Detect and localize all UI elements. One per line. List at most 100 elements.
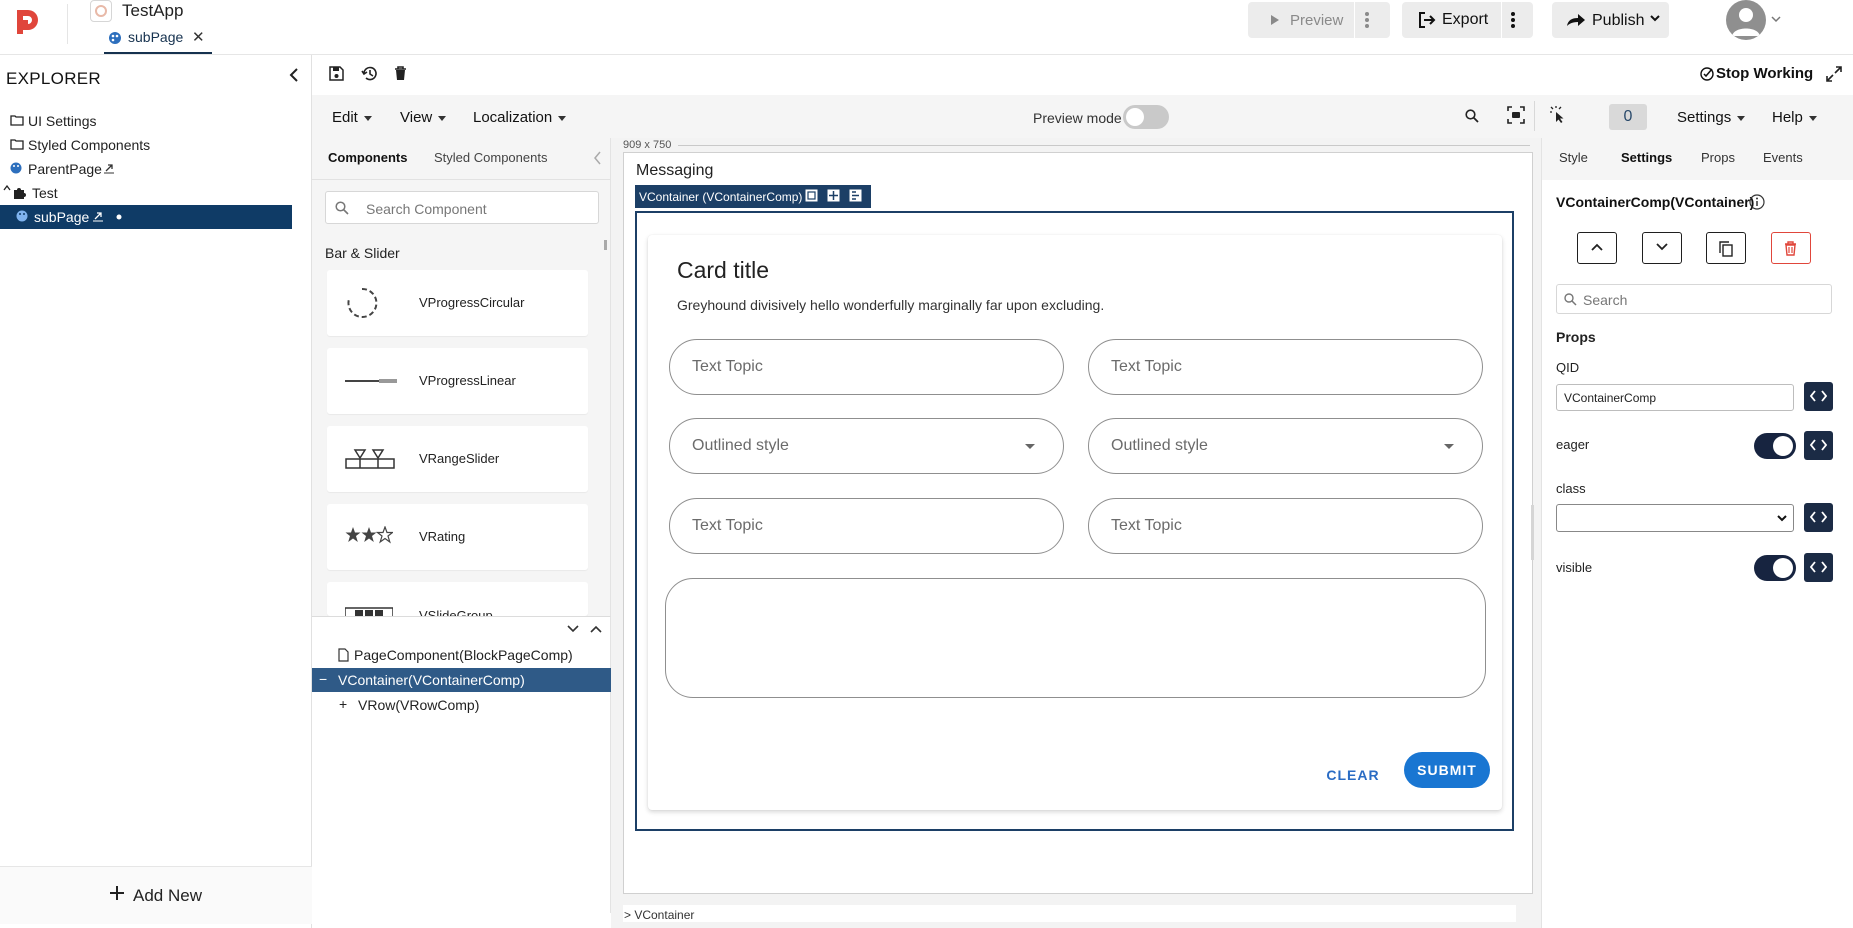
duplicate-button[interactable] [1706,232,1746,264]
breadcrumb[interactable]: > VContainer [624,908,694,922]
component-label: VSlideGroup [419,608,493,616]
tab-props[interactable]: Props [1701,150,1735,165]
collapse-toggle[interactable]: − [319,671,327,687]
link-icon [92,210,104,222]
class-label: class [1556,481,1586,496]
chevron-left-icon[interactable] [288,68,300,82]
tree-row-pagecomponent[interactable]: PageComponent(BlockPageComp) [312,643,611,667]
text-field[interactable]: Text Topic [1088,339,1483,395]
explorer-item-subpage[interactable]: subPage [0,205,292,229]
chevron-up-icon[interactable] [3,185,11,191]
delete-component-button[interactable] [1771,232,1811,264]
component-vslidegroup[interactable]: VSlideGroup [327,582,588,616]
tab-styled-components[interactable]: Styled Components [434,150,547,165]
chevron-down-icon[interactable] [1771,16,1781,23]
fullscreen-icon[interactable] [1826,66,1842,82]
history-icon[interactable] [361,65,378,82]
expand-toggle[interactable]: + [339,696,347,712]
eager-toggle[interactable] [1754,433,1796,459]
tab-events[interactable]: Events [1763,150,1803,165]
page-title: Messaging [636,162,714,179]
move-icon[interactable] [827,189,840,202]
component-vprogresslinear[interactable]: VProgressLinear [327,348,588,414]
stop-working-button[interactable]: Stop Working [1716,65,1813,82]
menu-localization[interactable]: Localization [473,109,567,126]
top-bar: TestApp subPage ✕ Preview Export Publish [0,0,1853,55]
text-field[interactable]: Text Topic [1088,498,1483,554]
component-search-input[interactable]: Search Component [325,191,599,224]
tab-label: subPage [128,29,184,45]
component-vrating[interactable]: VRating [327,504,588,570]
component-title: VContainerComp(VContainer) [1556,194,1755,210]
more-vertical-icon[interactable] [1510,10,1516,30]
submit-button[interactable]: SUBMIT [1404,752,1490,788]
component-vrangeslider[interactable]: VRangeSlider [327,426,588,492]
app-logo-icon[interactable] [12,7,42,37]
export-button[interactable]: Export [1402,2,1533,38]
code-binding-button[interactable] [1804,382,1833,411]
caret-down-icon [1025,444,1035,449]
message-textarea[interactable] [665,578,1486,698]
explorer-item-styled-components[interactable]: Styled Components [0,133,292,157]
explorer-item-parentpage[interactable]: ParentPage [0,157,292,181]
code-binding-button[interactable] [1804,553,1833,582]
structure-icon[interactable] [849,189,862,202]
explorer-item-test[interactable]: Test [0,181,292,205]
menu-label: View [400,109,433,126]
code-binding-button[interactable] [1804,431,1833,460]
more-vertical-icon[interactable] [1364,10,1370,30]
select-field[interactable]: Outlined style [1088,418,1483,474]
clear-button[interactable]: CLEAR [1318,760,1388,790]
tab-components[interactable]: Components [328,150,407,165]
tree-row-vrow[interactable]: + VRow(VRowComp) [312,693,611,717]
menu-view[interactable]: View [400,109,447,126]
visible-toggle[interactable] [1754,555,1796,581]
tree-row-vcontainer[interactable]: − VContainer(VContainerComp) [312,668,611,692]
property-search-input[interactable]: Search [1556,284,1832,314]
tab-subpage[interactable]: subPage ✕ [104,26,212,54]
search-icon[interactable] [1465,109,1479,123]
select-field[interactable]: Outlined style [669,418,1064,474]
menu-edit[interactable]: Edit [332,109,372,126]
text-field[interactable]: Text Topic [669,339,1064,395]
tab-settings[interactable]: Settings [1621,150,1672,165]
resize-handle[interactable] [1531,505,1534,560]
explorer-item-label: Styled Components [28,137,151,153]
publish-button[interactable]: Publish [1552,2,1669,38]
chevron-left-icon[interactable] [593,151,602,165]
screenshot-icon[interactable] [1507,106,1525,124]
breadcrumb-bar [623,905,1516,922]
scrollbar[interactable] [604,240,607,250]
explorer-title: EXPLORER [6,69,101,88]
class-select[interactable] [1556,504,1794,532]
move-down-button[interactable] [1642,232,1682,264]
chevron-up-icon[interactable] [590,625,602,633]
explorer-item-ui-settings[interactable]: UI Settings [0,109,292,133]
code-binding-button[interactable] [1804,503,1833,532]
text-field[interactable]: Text Topic [669,498,1064,554]
caret-down-icon [1737,115,1746,121]
explorer-panel: EXPLORER UI Settings Styled Components P… [0,55,312,928]
close-tab-icon[interactable]: ✕ [192,28,205,46]
props-heading: Props [1556,329,1596,345]
component-label: VRangeSlider [419,451,500,466]
progress-circular-icon [345,286,379,320]
preview-mode-toggle[interactable] [1123,105,1169,129]
move-up-button[interactable] [1577,232,1617,264]
component-label: VProgressCircular [419,295,525,310]
component-vprogresscircular[interactable]: VProgressCircular [327,270,588,336]
select-pointer-icon[interactable] [1550,106,1566,124]
preview-button[interactable]: Preview [1248,2,1390,38]
avatar[interactable] [1726,0,1766,40]
chevron-down-icon[interactable] [567,625,579,633]
delete-icon[interactable] [394,66,407,81]
info-icon[interactable] [1749,194,1765,210]
save-icon[interactable] [329,66,344,81]
menu-help[interactable]: Help [1772,109,1817,126]
qid-input[interactable]: VContainerComp [1556,384,1794,411]
add-new-button[interactable]: Add New [0,866,312,924]
menu-settings[interactable]: Settings [1677,109,1746,126]
export-icon [1418,12,1436,28]
tab-style[interactable]: Style [1559,150,1588,165]
copy-icon[interactable] [805,189,818,202]
